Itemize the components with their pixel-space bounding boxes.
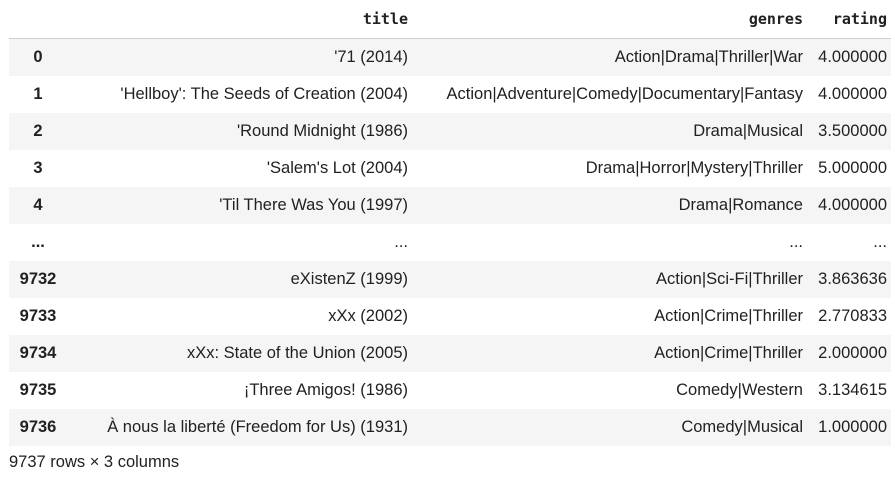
table-row: 3 'Salem's Lot (2004) Drama|Horror|Mystery… — [9, 150, 891, 187]
cell-rating: ... — [873, 233, 887, 251]
row-index: 9733 — [19, 307, 57, 325]
cell-title: xXx: State of the Union (2005) — [186, 344, 408, 362]
cell-genres: Action|Sci-Fi|Thriller — [655, 270, 803, 288]
dataframe-table: title genres rating 0 '71 (2014) Action|Dr… — [9, 0, 891, 446]
cell-title: ¡Three Amigos! (1986) — [243, 381, 408, 399]
cell-genres: Drama|Romance — [678, 196, 803, 214]
cell-rating: 4.000000 — [818, 196, 887, 214]
table-row: 9736 À nous la liberté (Freedom for Us) (… — [9, 409, 891, 446]
table-row: 4 'Til There Was You (1997) Drama|Romance 4… — [9, 187, 891, 224]
cell-genres: Drama|Horror|Mystery|Thriller — [585, 159, 803, 177]
cell-rating: 2.000000 — [818, 344, 887, 362]
row-index: 0 — [33, 48, 43, 66]
row-index: 9735 — [19, 381, 57, 399]
cell-rating: 3.500000 — [818, 122, 887, 140]
cell-genres: ... — [789, 233, 803, 251]
table-row: 9732 eXistenZ (1999) Action|Sci-Fi|Thrille… — [9, 261, 891, 298]
index-header — [9, 0, 67, 39]
row-index: ... — [31, 233, 45, 251]
cell-rating: 5.000000 — [818, 159, 887, 177]
column-header-rating: rating — [807, 0, 891, 39]
table-row: 2 'Round Midnight (1986) Drama|Musical 3.50… — [9, 113, 891, 150]
table-row: ............ — [9, 224, 891, 261]
cell-genres: Drama|Musical — [693, 122, 803, 140]
cell-title: 'Salem's Lot (2004) — [266, 159, 408, 177]
column-header-title: title — [67, 0, 412, 39]
row-index: 1 — [33, 85, 43, 103]
row-index: 9736 — [19, 418, 57, 436]
table-row: 1 'Hellboy': The Seeds of Creation (2004)… — [9, 76, 891, 113]
cell-genres: Action|Drama|Thriller|War — [614, 48, 803, 66]
cell-genres: Action|Adventure|Comedy|Documentary|Fant… — [446, 85, 803, 103]
cell-rating: 4.000000 — [818, 85, 887, 103]
cell-rating: 1.000000 — [818, 418, 887, 436]
table-row: 9733 xXx (2002) Action|Crime|Thriller 2.770… — [9, 298, 891, 335]
cell-title: À nous la liberté (Freedom for Us) (1931… — [107, 418, 408, 436]
cell-title: 'Hellboy': The Seeds of Creation (2004) — [120, 85, 408, 103]
row-index: 9732 — [19, 270, 57, 288]
row-index: 3 — [33, 159, 43, 177]
dataframe-summary: 9737 rows × 3 columns — [9, 453, 180, 471]
table-row: 9734 xXx: State of the Union (2005) Action… — [9, 335, 891, 372]
column-header-genres: genres — [412, 0, 807, 39]
row-index: 2 — [33, 122, 43, 140]
table-row: 9735 ¡Three Amigos! (1986) Comedy|Western 3… — [9, 372, 891, 409]
header-row: title genres rating — [9, 0, 891, 39]
row-index: 4 — [33, 196, 43, 214]
cell-rating: 3.863636 — [818, 270, 887, 288]
table-row: 0 '71 (2014) Action|Drama|Thriller|War 4.00… — [9, 38, 891, 76]
cell-title: 'Til There Was You (1997) — [219, 196, 408, 214]
cell-title: eXistenZ (1999) — [290, 270, 408, 288]
cell-title: '71 (2014) — [334, 48, 408, 66]
cell-title: ... — [394, 233, 408, 251]
cell-rating: 2.770833 — [818, 307, 887, 325]
cell-genres: Action|Crime|Thriller — [654, 307, 803, 325]
cell-genres: Action|Crime|Thriller — [654, 344, 803, 362]
cell-genres: Comedy|Musical — [681, 418, 803, 436]
cell-title: xXx (2002) — [328, 307, 408, 325]
dataframe-output: title genres rating 0 '71 (2014) Action|Dr… — [9, 0, 891, 446]
cell-rating: 4.000000 — [818, 48, 887, 66]
cell-title: 'Round Midnight (1986) — [236, 122, 408, 140]
cell-genres: Comedy|Western — [676, 381, 803, 399]
cell-rating: 3.134615 — [818, 381, 887, 399]
row-index: 9734 — [19, 344, 57, 362]
